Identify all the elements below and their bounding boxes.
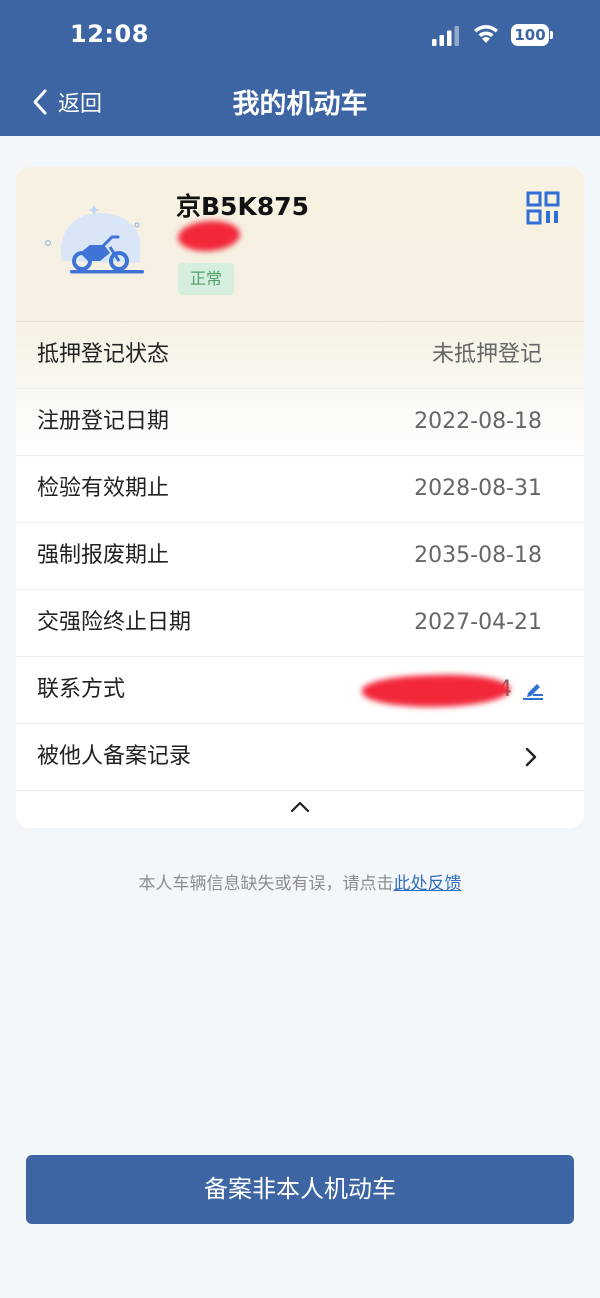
- row-label: 强制报废期止: [37, 543, 170, 568]
- row-value: 未抵押登记: [431, 342, 542, 367]
- register-other-vehicle-button[interactable]: 备案非本人机动车: [26, 1155, 574, 1224]
- status-bar: 12:08 100: [0, 0, 600, 70]
- battery-tip: [550, 31, 553, 39]
- feedback-text: 本人车辆信息缺失或有误，请点击: [138, 874, 394, 894]
- row-label: 注册登记日期: [37, 409, 170, 434]
- row-label: 被他人备案记录: [37, 744, 192, 769]
- chevron-up-icon: [290, 801, 310, 813]
- motorcycle-icon: [44, 205, 144, 274]
- vehicle-card: 京B5K875 正常 抵押登记状态 未抵押登记 注册登记日期 2022-08-1…: [16, 167, 584, 828]
- row-value: 2028-08-31: [414, 476, 542, 501]
- row-label: 联系方式: [37, 677, 126, 702]
- detail-row-contact: 联系方式 4: [16, 657, 584, 724]
- detail-row-inspection-expiry: 检验有效期止 2028-08-31: [16, 456, 584, 523]
- license-plate: 京B5K875: [176, 192, 310, 221]
- row-value: 2035-08-18: [414, 543, 542, 568]
- status-time: 12:08: [70, 20, 149, 48]
- cellular-signal-icon: [432, 26, 459, 46]
- detail-row-mortgage-status: 抵押登记状态 未抵押登记: [16, 322, 584, 389]
- battery-indicator: 100: [511, 24, 549, 46]
- page-title: 我的机动车: [232, 89, 368, 120]
- detail-row-insurance-expiry: 交强险终止日期 2027-04-21: [16, 590, 584, 657]
- row-value: 2027-04-21: [414, 610, 542, 635]
- feedback-notice: 本人车辆信息缺失或有误，请点击此处反馈: [0, 869, 600, 894]
- detail-row-scrap-deadline: 强制报废期止 2035-08-18: [16, 523, 584, 590]
- qr-code-icon[interactable]: [526, 191, 560, 225]
- row-label: 抵押登记状态: [37, 342, 170, 367]
- chevron-right-icon: [525, 747, 537, 767]
- status-badge: 正常: [178, 263, 234, 295]
- feedback-link[interactable]: 此处反馈: [394, 874, 462, 894]
- wifi-icon: [474, 25, 498, 43]
- row-value: 2022-08-18: [414, 409, 542, 434]
- header: 12:08 100 返回 我的机动车: [0, 0, 600, 136]
- detail-row-registration-date: 注册登记日期 2022-08-18: [16, 389, 584, 456]
- edit-icon[interactable]: [522, 679, 544, 701]
- redacted-phone-number: [361, 672, 511, 710]
- others-filing-records-row[interactable]: 被他人备案记录: [16, 724, 584, 791]
- collapse-toggle[interactable]: [16, 790, 584, 828]
- row-label: 检验有效期止: [37, 476, 170, 501]
- row-label: 交强险终止日期: [37, 610, 192, 635]
- vehicle-details-list: 抵押登记状态 未抵押登记 注册登记日期 2022-08-18 检验有效期止 20…: [16, 322, 584, 791]
